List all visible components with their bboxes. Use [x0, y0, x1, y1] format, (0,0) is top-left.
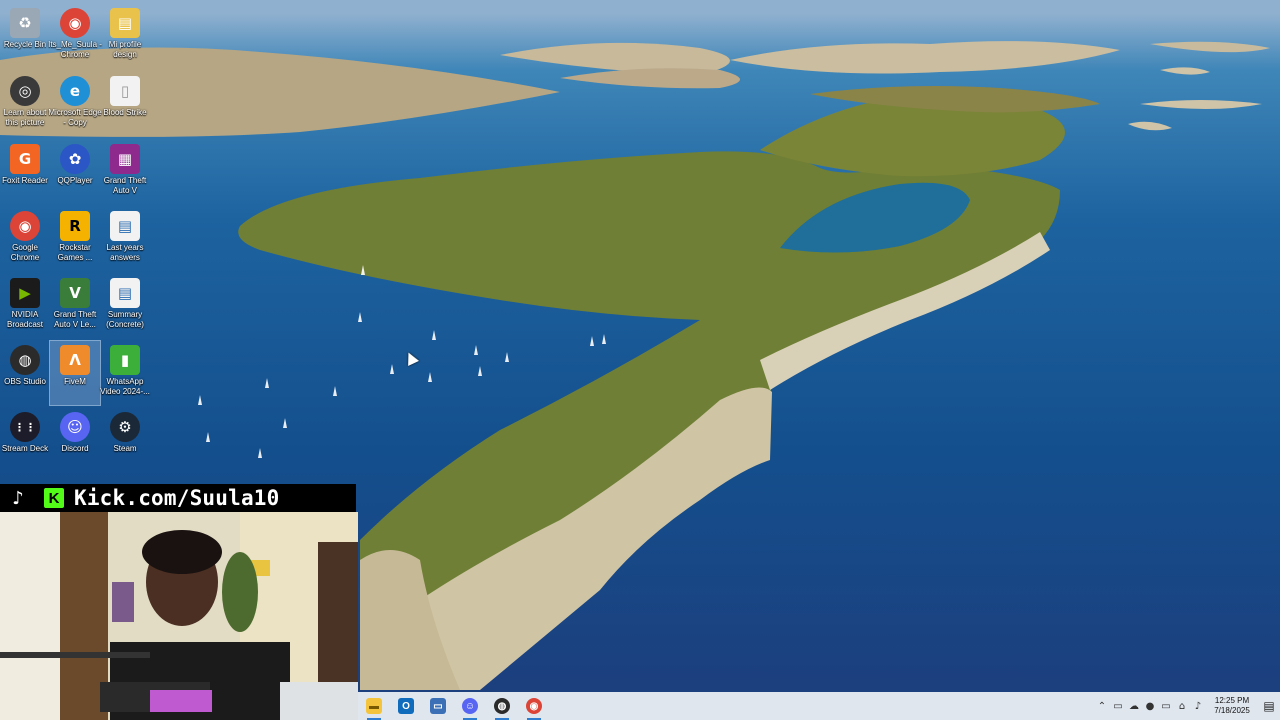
desktop-icon-nvidia-broadcast[interactable]: ▶ NVIDIA Broadcast — [0, 274, 50, 338]
taskbar-outlook[interactable]: O — [390, 692, 422, 720]
desktop-icon-its-me-suula-chrome[interactable]: ◉ Its_Me_Suula - Chrome — [48, 4, 102, 68]
desktop-icon-mi-profile-design[interactable]: ▤ Mi profile design — [100, 4, 150, 68]
folder-icon: ▬ — [366, 698, 382, 714]
desktop-icon-label: Grand Theft Auto V — [103, 176, 147, 195]
monitor-icon: ▭ — [430, 698, 446, 714]
cloud-icon[interactable]: ☁ — [1126, 692, 1142, 720]
outlook-icon: O — [398, 698, 414, 714]
winrar-icon: ▦ — [110, 144, 140, 174]
desktop-icon-label: Its_Me_Suula - Chrome — [48, 40, 102, 59]
desktop-icon-label: Recycle Bin — [3, 40, 47, 49]
desktop-icon-google-chrome[interactable]: ◉ Google Chrome — [0, 207, 50, 271]
desktop-icon-label: Foxit Reader — [2, 176, 48, 185]
notification-center-icon[interactable]: ▤ — [1258, 692, 1280, 720]
desktop-icon-microsoft-edge-copy[interactable]: e Microsoft Edge - Copy — [48, 72, 102, 136]
desktop-icon-label: Steam — [113, 444, 137, 453]
desktop-icon-label: Mi profile design — [108, 40, 142, 59]
desktop-icon-label: Summary (Concrete) — [106, 310, 144, 329]
desktop-icon-recycle-bin[interactable]: ♻ Recycle Bin — [0, 4, 50, 68]
chrome-icon: ◉ — [526, 698, 542, 714]
network-icon[interactable]: ⌂ — [1174, 692, 1190, 720]
desktop-icon-stream-deck[interactable]: ⋮⋮ Stream Deck — [0, 408, 50, 472]
desktop-icon-label: Grand Theft Auto V Le... — [53, 310, 97, 329]
clock-time: 12:25 PM — [1214, 696, 1250, 705]
tiktok-icon: ♪ — [12, 487, 24, 509]
desktop-icon-whatsapp-video[interactable]: ▮ WhatsApp Video 2024-... — [100, 341, 150, 405]
taskbar-chrome[interactable]: ◉ — [518, 692, 550, 720]
taskbar-clock[interactable]: 12:25 PM 7/18/2025 — [1206, 692, 1258, 720]
document-icon: ▤ — [110, 278, 140, 308]
desktop-icon-label: OBS Studio — [4, 377, 46, 386]
desktop-icon-label: NVIDIA Broadcast — [6, 310, 44, 329]
stream-overlay-banner: ♪ K Kick.com/Suula10 — [0, 484, 356, 512]
desktop-icon-label: Microsoft Edge - Copy — [48, 108, 102, 127]
desktop-icon-grid: ♻ Recycle Bin ◉ Its_Me_Suula - Chrome ▤ … — [0, 0, 160, 500]
chrome-icon: ◉ — [10, 211, 40, 241]
taskbar-obs[interactable]: ◍ — [486, 692, 518, 720]
desktop-icon-label: Learn about this picture — [3, 108, 47, 127]
desktop-icon-grand-theft-auto-v[interactable]: ▦ Grand Theft Auto V — [100, 140, 150, 204]
kick-icon: K — [44, 488, 64, 508]
taskbar: ▬ O ▭ ☺ ◍ ◉ ⌃ ▭ ☁ ● ▭ ⌂ ♪ 12:25 PM 7/18/… — [358, 692, 1280, 720]
monitor-icon[interactable]: ▭ — [1158, 692, 1174, 720]
desktop-icon-label: Discord — [61, 444, 89, 453]
foxit-icon: G — [10, 144, 40, 174]
chrome-icon: ◉ — [60, 8, 90, 38]
document-icon: ▤ — [110, 211, 140, 241]
video-file-icon: ▮ — [110, 345, 140, 375]
desktop-icon-label: Last years answers — [106, 243, 144, 262]
battery-icon[interactable]: ▭ — [1110, 692, 1126, 720]
desktop-icon-label: QQPlayer — [57, 176, 93, 185]
desktop-icon-discord[interactable]: ☺ Discord — [50, 408, 100, 472]
file-icon: ▯ — [110, 76, 140, 106]
desktop-icon-summary-concrete[interactable]: ▤ Summary (Concrete) — [100, 274, 150, 338]
desktop-icon-label: Rockstar Games ... — [57, 243, 93, 262]
desktop-icon-blood-strike[interactable]: ▯ Blood Strike — [100, 72, 150, 136]
kick-channel-url: Kick.com/Suula10 — [74, 486, 280, 510]
desktop-icon-foxit-reader[interactable]: G Foxit Reader — [0, 140, 50, 204]
recycle-bin-icon: ♻ — [10, 8, 40, 38]
obs-icon: ◍ — [494, 698, 510, 714]
desktop-icon-fivem[interactable]: Λ FiveM — [49, 340, 101, 406]
desktop-icon-learn-about-this-picture[interactable]: ◎ Learn about this picture — [0, 72, 50, 136]
obs-icon: ◍ — [10, 345, 40, 375]
taskbar-file-explorer[interactable]: ▬ — [358, 692, 390, 720]
discord-icon: ☺ — [60, 412, 90, 442]
desktop-icon-label: Google Chrome — [10, 243, 40, 262]
clock-date: 7/18/2025 — [1214, 706, 1250, 715]
desktop-icon-label: Blood Strike — [103, 108, 147, 117]
taskbar-remote-desktop[interactable]: ▭ — [422, 692, 454, 720]
fivem-icon: Λ — [60, 345, 90, 375]
desktop-icon-steam[interactable]: ⚙ Steam — [100, 408, 150, 472]
discord-icon: ☺ — [462, 698, 478, 714]
desktop-icon-last-years-answers[interactable]: ▤ Last years answers — [100, 207, 150, 271]
microphone-icon[interactable]: ● — [1142, 692, 1158, 720]
speaker-icon[interactable]: ♪ — [1190, 692, 1206, 720]
desktop-icon-rockstar-games[interactable]: R Rockstar Games ... — [50, 207, 100, 271]
webcam-feed — [0, 512, 358, 720]
desktop-icon-label: FiveM — [64, 377, 86, 386]
gta-icon: V — [60, 278, 90, 308]
edge-icon: e — [60, 76, 90, 106]
qqplayer-icon: ✿ — [60, 144, 90, 174]
stream-deck-icon: ⋮⋮ — [10, 412, 40, 442]
nvidia-icon: ▶ — [10, 278, 40, 308]
system-tray: ⌃ ▭ ☁ ● ▭ ⌂ ♪ 12:25 PM 7/18/2025 ▤ — [1094, 692, 1280, 720]
desktop-icon-gta-v-legacy[interactable]: V Grand Theft Auto V Le... — [50, 274, 100, 338]
webcam-scene — [0, 512, 358, 720]
image-file-icon: ▤ — [110, 8, 140, 38]
steam-icon: ⚙ — [110, 412, 140, 442]
desktop-icon-label: WhatsApp Video 2024-... — [100, 377, 150, 396]
taskbar-discord[interactable]: ☺ — [454, 692, 486, 720]
chevron-up-icon[interactable]: ⌃ — [1094, 692, 1110, 720]
desktop-icon-label: Stream Deck — [1, 444, 49, 453]
camera-icon: ◎ — [10, 76, 40, 106]
desktop-icon-qqplayer[interactable]: ✿ QQPlayer — [50, 140, 100, 204]
desktop-icon-obs-studio[interactable]: ◍ OBS Studio — [0, 341, 50, 405]
rockstar-icon: R — [60, 211, 90, 241]
